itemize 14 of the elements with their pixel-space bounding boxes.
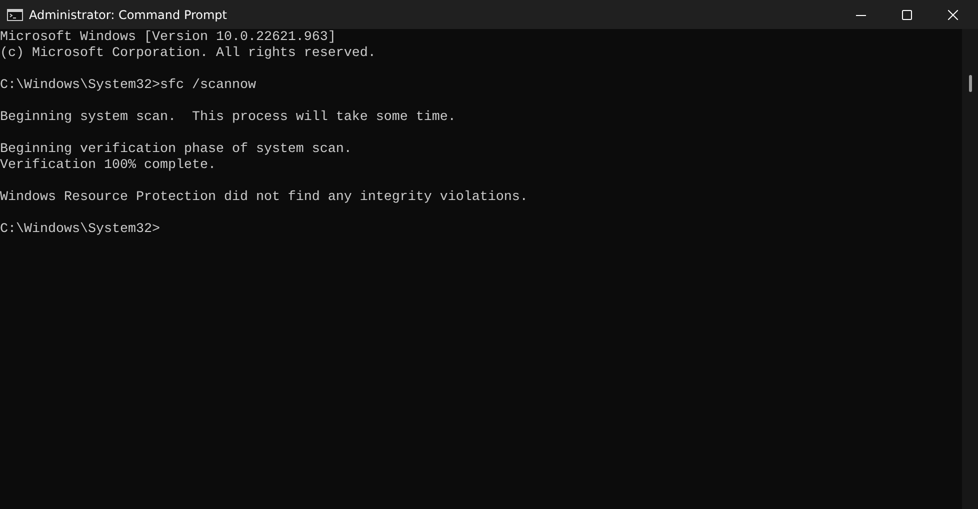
- console-line: C:\Windows\System32>: [0, 222, 160, 237]
- window-title: Administrator: Command Prompt: [29, 6, 227, 24]
- close-icon: [948, 10, 958, 20]
- console-line: C:\Windows\System32>sfc /scannow: [0, 78, 256, 93]
- maximize-icon: [902, 10, 912, 20]
- scrollbar-thumb[interactable]: [968, 75, 972, 92]
- console-line: (c) Microsoft Corporation. All rights reserved.: [0, 46, 376, 61]
- console-line: Beginning system scan. This process will take some time.: [0, 110, 456, 125]
- console-app-icon: [7, 8, 23, 20]
- console-line: Microsoft Windows [Version 10.0.22621.963]: [0, 30, 336, 45]
- scrollbar[interactable]: [962, 29, 978, 509]
- console-line: Verification 100% complete.: [0, 158, 216, 173]
- console-line: Windows Resource Protection did not find any integrity violations.: [0, 190, 528, 205]
- console-line: Beginning verification phase of system scan.: [0, 142, 352, 157]
